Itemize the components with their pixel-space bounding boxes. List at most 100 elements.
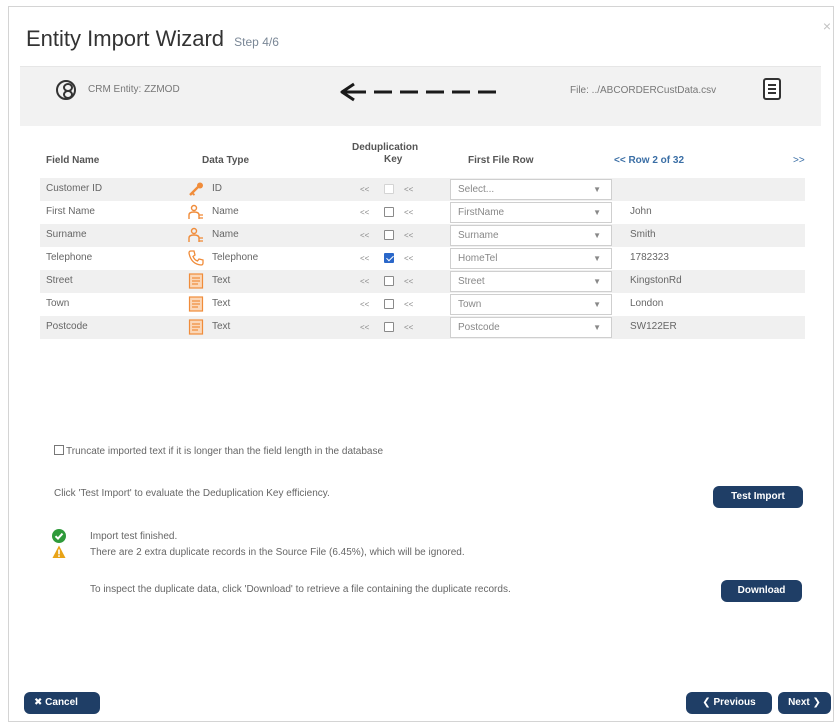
select-value: Postcode (458, 322, 500, 333)
data-type: Telephone (212, 252, 259, 263)
dedup-arrow-left: << (360, 185, 370, 194)
duplicate-warning-message: There are 2 extra duplicate records in t… (90, 547, 465, 558)
data-type: ID (212, 183, 222, 194)
title-text: Entity Import Wizard (26, 26, 225, 51)
select-value: Town (458, 299, 482, 310)
dedup-arrow-right: << (404, 277, 414, 286)
row-sample-value: KingstonRd (630, 275, 682, 286)
close-icon[interactable]: × (823, 18, 831, 34)
select-value: HomeTel (458, 253, 498, 264)
entity-icon (56, 80, 76, 100)
entity-file-bar: CRM Entity: ZZMOD File: ../ABCORDERCustD… (20, 66, 821, 126)
dedup-arrow-right: << (404, 254, 414, 263)
row-sample-value: London (630, 298, 664, 309)
step-indicator: Step 4/6 (234, 35, 279, 49)
file-column-select[interactable]: Surname ▼ (450, 225, 612, 246)
cancel-button[interactable]: ✖ Cancel (24, 692, 100, 714)
chevron-down-icon: ▼ (593, 254, 601, 263)
table-row: Customer ID ID << << Select... ▼ (40, 178, 805, 201)
file-column-select[interactable]: Select... ▼ (450, 179, 612, 200)
col-field-name: Field Name (46, 155, 100, 166)
dedup-arrow-right: << (404, 231, 414, 240)
file-label: File: ../ABCORDERCustData.csv (570, 85, 717, 96)
dedup-key-checkbox[interactable] (384, 276, 394, 286)
dedup-key-checkbox[interactable] (384, 207, 394, 217)
field-name: Street (46, 275, 73, 286)
col-first-file-row: First File Row (468, 155, 534, 166)
text-icon (188, 319, 204, 335)
dedup-arrow-left: << (360, 300, 370, 309)
file-column-select[interactable]: FirstName ▼ (450, 202, 612, 223)
data-type: Name (212, 206, 239, 217)
dedup-arrow-left: << (360, 254, 370, 263)
dedup-arrow-right: << (404, 300, 414, 309)
inspect-duplicates-message: To inspect the duplicate data, click 'Do… (90, 584, 511, 595)
select-value: Surname (458, 230, 499, 241)
chevron-down-icon: ▼ (593, 208, 601, 217)
name-icon (188, 227, 203, 242)
col-dedup-line1: Deduplication (352, 142, 419, 153)
warning-icon (52, 545, 66, 558)
dedup-arrow-left: << (360, 323, 370, 332)
entity-label: CRM Entity: ZZMOD (88, 84, 180, 95)
data-type: Text (212, 298, 231, 309)
field-name: Town (46, 298, 70, 309)
table-row: Town Text << << Town ▼ London (40, 293, 805, 316)
file-column-select[interactable]: HomeTel ▼ (450, 248, 612, 269)
dedup-key-checkbox[interactable] (384, 230, 394, 240)
truncate-option[interactable]: Truncate imported text if it is longer t… (54, 445, 383, 457)
next-button[interactable]: Next ❯ (778, 692, 831, 714)
file-list-icon[interactable] (763, 78, 781, 100)
dialog-title: Entity Import Wizard Step 4/6 (26, 26, 279, 52)
row-sample-value: SW122ER (630, 321, 677, 332)
row-nav-previous[interactable]: << Row 2 of 32 (614, 155, 684, 166)
field-name: Telephone (46, 252, 93, 263)
truncate-checkbox[interactable] (54, 445, 64, 455)
dedup-arrow-right: << (404, 185, 414, 194)
dedup-arrow-left: << (360, 277, 370, 286)
row-nav-next[interactable]: >> (793, 155, 805, 166)
field-name: First Name (46, 206, 95, 217)
row-sample-value: 1782323 (630, 252, 669, 263)
dedup-arrow-left: << (360, 231, 370, 240)
field-name: Customer ID (46, 183, 103, 194)
download-button[interactable]: Download (721, 580, 802, 602)
table-row: First Name Name << << FirstName ▼ John (40, 201, 805, 224)
name-icon (188, 204, 203, 219)
table-row: Street Text << << Street ▼ KingstonRd (40, 270, 805, 293)
table-row: Surname Name << << Surname ▼ Smith (40, 224, 805, 247)
file-column-select[interactable]: Town ▼ (450, 294, 612, 315)
row-sample-value: John (630, 206, 652, 217)
test-finished-message: Import test finished. (90, 531, 178, 542)
text-icon (188, 273, 204, 289)
row-sample-value: Smith (630, 229, 656, 240)
chevron-down-icon: ▼ (593, 277, 601, 286)
col-data-type: Data Type (202, 155, 250, 166)
previous-button[interactable]: ❮ Previous (686, 692, 772, 714)
test-import-button[interactable]: Test Import (713, 486, 803, 508)
dedup-arrow-left: << (360, 208, 370, 217)
key-icon (189, 182, 203, 196)
check-circle-icon (52, 529, 66, 543)
dedup-arrow-right: << (404, 323, 414, 332)
dedup-key-checkbox (384, 184, 394, 194)
chevron-down-icon: ▼ (593, 300, 601, 309)
dedup-key-checkbox[interactable] (384, 253, 394, 263)
dashed-left-arrow-icon (340, 82, 496, 102)
chevron-down-icon: ▼ (593, 231, 601, 240)
data-type: Name (212, 229, 239, 240)
dedup-arrow-right: << (404, 208, 414, 217)
field-name: Postcode (46, 321, 88, 332)
file-column-select[interactable]: Postcode ▼ (450, 317, 612, 338)
select-value: Street (458, 276, 485, 287)
text-icon (188, 296, 204, 312)
table-row: Telephone Telephone << << HomeTel ▼ 1782… (40, 247, 805, 270)
dedup-key-checkbox[interactable] (384, 322, 394, 332)
telephone-icon (188, 250, 204, 266)
file-column-select[interactable]: Street ▼ (450, 271, 612, 292)
col-dedup-line2: Key (384, 154, 403, 165)
data-type: Text (212, 321, 231, 332)
test-import-hint: Click 'Test Import' to evaluate the Dedu… (54, 488, 330, 499)
table-row: Postcode Text << << Postcode ▼ SW122ER (40, 316, 805, 339)
dedup-key-checkbox[interactable] (384, 299, 394, 309)
